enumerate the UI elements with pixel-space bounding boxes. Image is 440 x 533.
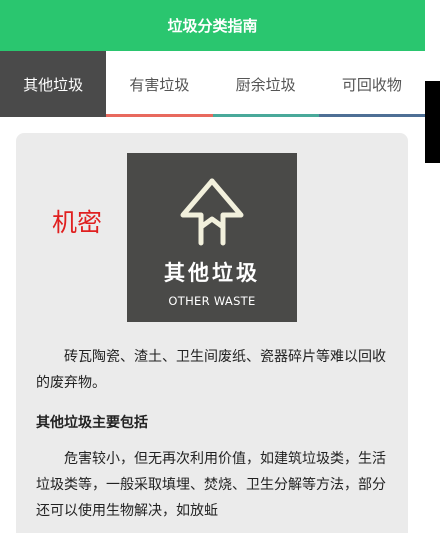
tab-other-waste[interactable]: 其他垃圾	[0, 51, 107, 117]
tab-label: 有害垃圾	[129, 75, 190, 94]
page-title: 垃圾分类指南	[167, 17, 258, 35]
other-waste-logo: 其他垃圾 OTHER WASTE	[127, 153, 297, 322]
tab-label: 其他垃圾	[23, 75, 84, 94]
category-description: 砖瓦陶瓷、渣土、卫生间废纸、瓷器碎片等难以回收的废弃物。	[36, 349, 386, 391]
category-tabs: 其他垃圾 有害垃圾 厨余垃圾 可回收物	[0, 51, 425, 117]
page: 垃圾分类指南 其他垃圾 有害垃圾 厨余垃圾 可回收物 机密 其他垃圾 OTHER…	[0, 0, 440, 533]
tab-underline	[106, 114, 213, 117]
tab-hazardous-waste[interactable]: 有害垃圾	[106, 51, 213, 117]
logo-title-cn: 其他垃圾	[164, 261, 260, 285]
tab-underline	[212, 114, 319, 117]
side-scroll-handle[interactable]	[425, 81, 440, 163]
confidential-stamp: 机密	[52, 208, 103, 237]
tab-underline	[318, 114, 425, 117]
category-detail: 危害较小，但无再次利用价值，如建筑垃圾类，生活垃圾类等，一般采取填埋、焚烧、卫生…	[36, 451, 386, 519]
tab-label: 可回收物	[341, 75, 402, 94]
category-card: 机密 其他垃圾 OTHER WASTE 砖瓦陶瓷、渣土、卫生间废纸、瓷器碎片等难…	[16, 133, 408, 533]
section-subheading: 其他垃圾主要包括	[36, 415, 148, 431]
logo-title-en: OTHER WASTE	[168, 294, 256, 308]
app-header: 垃圾分类指南	[0, 0, 425, 51]
tab-label: 厨余垃圾	[235, 75, 296, 94]
recycle-arrow-icon	[180, 178, 244, 246]
tab-recyclable[interactable]: 可回收物	[318, 51, 425, 117]
tab-kitchen-waste[interactable]: 厨余垃圾	[212, 51, 319, 117]
